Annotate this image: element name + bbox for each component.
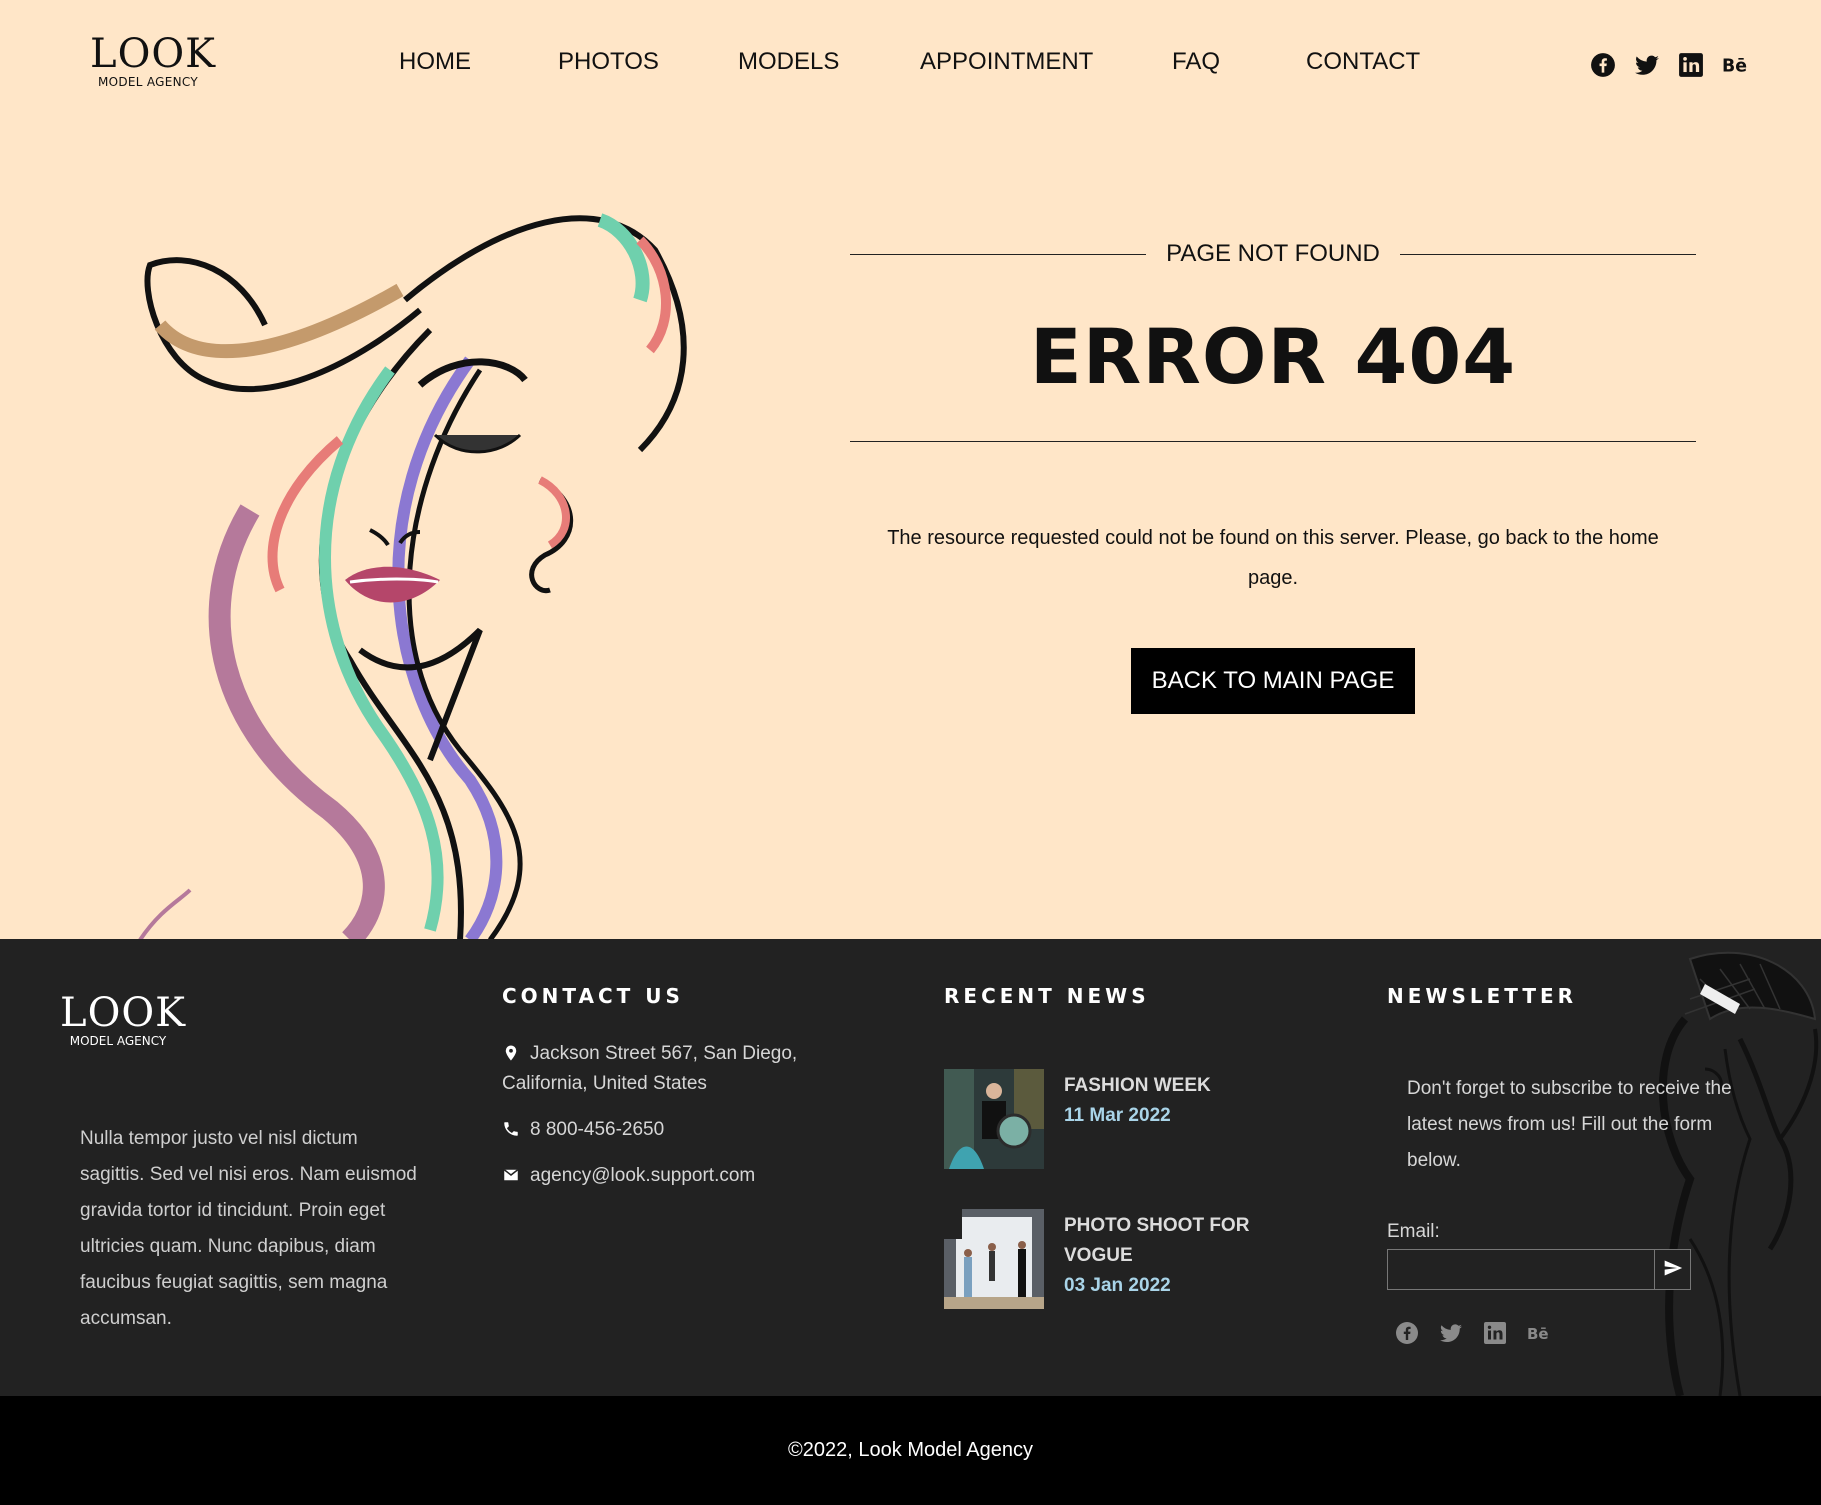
divider [850, 441, 1696, 442]
copyright-bar: ©2022, Look Model Agency [0, 1396, 1821, 1505]
svg-text:Bē: Bē [1527, 1325, 1549, 1343]
news-item[interactable]: FASHION WEEK 11 Mar 2022 [944, 1069, 1324, 1171]
behance-icon[interactable]: Bē [1527, 1321, 1551, 1345]
location-pin-icon [505, 1045, 517, 1061]
news-thumbnail [944, 1209, 1044, 1309]
behance-icon[interactable]: Bē [1722, 52, 1748, 78]
error-title: ERROR 404 [1029, 312, 1517, 401]
page-not-found-heading: PAGE NOT FOUND [850, 240, 1696, 272]
address-text: Jackson Street 567, San Diego, Californi… [502, 1043, 798, 1094]
main-nav: HOME PHOTOS MODELS APPOINTMENT FAQ CONTA… [0, 48, 1821, 80]
site-footer: LOOK MODEL AGENCY Nulla tempor justo vel… [0, 939, 1821, 1396]
phone-text: 8 800-456-2650 [530, 1119, 665, 1140]
twitter-icon[interactable] [1439, 1321, 1463, 1345]
nav-photos[interactable]: PHOTOS [558, 48, 659, 76]
copyright-text: ©2022, Look Model Agency [788, 1439, 1033, 1461]
newsletter-send-button[interactable] [1654, 1249, 1691, 1290]
twitter-icon[interactable] [1634, 52, 1660, 78]
footer-logo[interactable]: LOOK MODEL AGENCY [60, 990, 187, 1048]
send-icon [1664, 1260, 1682, 1276]
footer-logo-wordmark: LOOK [60, 990, 187, 1036]
page-not-found-text: PAGE NOT FOUND [1146, 240, 1400, 267]
newsletter-heading: NEWSLETTER [1387, 984, 1578, 1008]
back-to-main-button[interactable]: BACK TO MAIN PAGE [1131, 648, 1415, 714]
footer-socials: Bē [1395, 1321, 1555, 1347]
error-message: The resource requested could not be foun… [887, 527, 1659, 589]
woman-face-illustration [138, 213, 687, 940]
email-text: agency@look.support.com [530, 1165, 756, 1186]
footer-logo-tagline: MODEL AGENCY [69, 1034, 167, 1048]
news-item[interactable]: PHOTO SHOOT FOR VOGUE 03 Jan 2022 [944, 1209, 1324, 1311]
facebook-icon[interactable] [1590, 52, 1616, 78]
news-date: 03 Jan 2022 [1064, 1275, 1171, 1296]
news-title: FASHION WEEK [1064, 1075, 1211, 1096]
newsletter-text: Don't forget to subscribe to receive the… [1407, 1078, 1732, 1171]
phone-icon [504, 1122, 518, 1136]
news-title: PHOTO SHOOT FOR VOGUE [1064, 1215, 1250, 1266]
mail-icon [503, 1169, 519, 1181]
nav-contact[interactable]: CONTACT [1306, 48, 1420, 76]
nav-home[interactable]: HOME [399, 48, 471, 76]
newsletter-email-input[interactable] [1387, 1249, 1655, 1290]
facebook-icon[interactable] [1395, 1321, 1419, 1345]
nav-appointment[interactable]: APPOINTMENT [920, 48, 1093, 76]
footer-about-text: Nulla tempor justo vel nisl dictum sagit… [80, 1128, 417, 1329]
nav-faq[interactable]: FAQ [1172, 48, 1220, 76]
header-socials: Bē [1590, 52, 1750, 80]
contact-heading: CONTACT US [502, 984, 684, 1008]
news-date: 11 Mar 2022 [1064, 1105, 1171, 1126]
contact-address: Jackson Street 567, San Diego, Californi… [502, 1039, 842, 1099]
news-thumbnail [944, 1069, 1044, 1169]
linkedin-icon[interactable] [1678, 52, 1704, 78]
email-label: Email: [1387, 1221, 1440, 1242]
contact-phone[interactable]: 8 800-456-2650 [502, 1115, 842, 1145]
contact-email[interactable]: agency@look.support.com [502, 1161, 842, 1191]
site-header: LOOK MODEL AGENCY HOME PHOTOS MODELS APP… [0, 0, 1821, 130]
linkedin-icon[interactable] [1483, 1321, 1507, 1345]
nav-models[interactable]: MODELS [738, 48, 839, 76]
news-heading: RECENT NEWS [944, 984, 1150, 1008]
svg-text:Bē: Bē [1722, 57, 1747, 77]
